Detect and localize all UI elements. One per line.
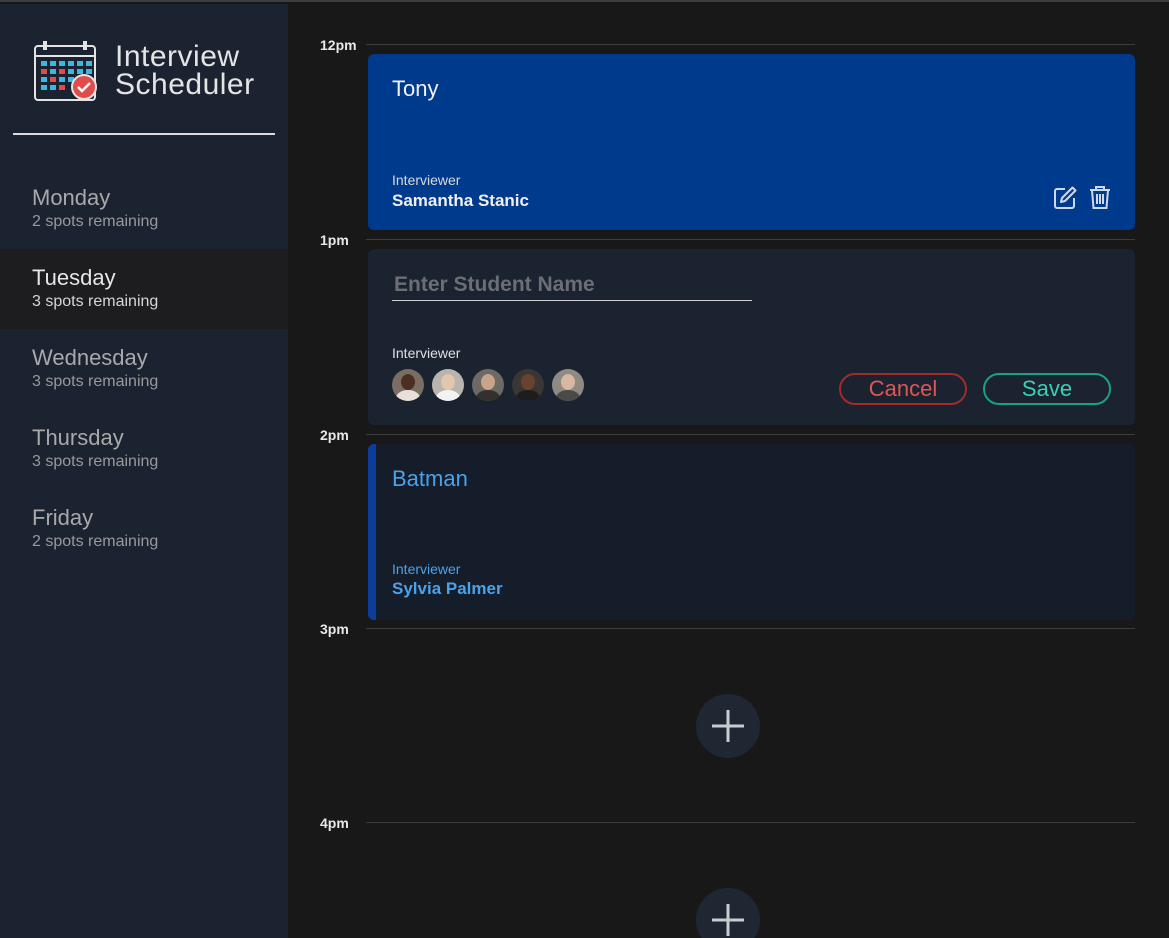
day-item-thursday[interactable]: Thursday 3 spots remaining (0, 409, 288, 489)
card-actions (1053, 184, 1113, 210)
day-spots: 2 spots remaining (32, 533, 159, 550)
interviewer-label: Interviewer (392, 172, 461, 188)
interviewer-label: Interviewer (392, 345, 461, 361)
slot-divider (366, 628, 1135, 629)
app-frame: Interview Scheduler Monday 2 spots remai… (0, 0, 1169, 938)
day-name: Friday (32, 505, 94, 530)
interviewer-name: Sylvia Palmer (392, 579, 503, 598)
slot-time: 12pm (320, 37, 357, 53)
day-item-friday[interactable]: Friday 2 spots remaining (0, 489, 288, 569)
add-appointment-button[interactable] (696, 694, 760, 758)
interviewer-avatar-3[interactable] (472, 369, 504, 401)
add-appointment-button[interactable] (696, 888, 760, 938)
appointment-form: Interviewer (368, 249, 1135, 425)
interviewer-avatar-5[interactable] (552, 369, 584, 401)
day-name: Thursday (32, 425, 124, 450)
interviewer-name: Samantha Stanic (392, 191, 529, 210)
add-icon (712, 904, 744, 936)
student-name: Tony (392, 76, 439, 101)
interviewer-avatar-2[interactable] (432, 369, 464, 401)
add-icon (712, 710, 744, 742)
slot-time: 2pm (320, 427, 349, 443)
student-name: Batman (392, 466, 468, 491)
slot-time: 1pm (320, 232, 349, 248)
day-item-monday[interactable]: Monday 2 spots remaining (0, 169, 288, 249)
day-spots: 3 spots remaining (32, 293, 159, 310)
sidebar: Interview Scheduler Monday 2 spots remai… (0, 4, 288, 938)
edit-icon[interactable] (1053, 184, 1079, 210)
interviewer-label: Interviewer (392, 561, 461, 577)
interviewer-list (392, 369, 584, 401)
student-name-input[interactable] (392, 269, 752, 301)
slot-divider (366, 434, 1135, 435)
day-item-tuesday[interactable]: Tuesday 3 spots remaining (0, 249, 288, 329)
slot-divider (366, 822, 1135, 823)
app-title-line1: Interview (115, 40, 240, 73)
day-name: Wednesday (32, 345, 148, 370)
day-spots: 3 spots remaining (32, 373, 159, 390)
appointment-card-highlighted[interactable]: Batman Interviewer Sylvia Palmer (368, 444, 1135, 620)
interviewer-avatar-4[interactable] (512, 369, 544, 401)
day-item-wednesday[interactable]: Wednesday 3 spots remaining (0, 329, 288, 409)
sidebar-divider (13, 133, 275, 135)
day-spots: 3 spots remaining (32, 453, 159, 470)
day-spots: 2 spots remaining (32, 213, 159, 230)
slot-divider (366, 239, 1135, 240)
slot-time: 4pm (320, 815, 349, 831)
slot-time: 3pm (320, 621, 349, 637)
calendar-check-icon (34, 41, 97, 101)
slot-divider (366, 44, 1135, 45)
brand: Interview Scheduler (33, 40, 255, 102)
app-title-line2: Scheduler (115, 68, 255, 101)
schedule: 12pm Tony Interviewer Samantha Stanic 1p… (288, 4, 1169, 938)
day-name: Tuesday (32, 265, 116, 290)
day-name: Monday (32, 185, 111, 210)
appointment-card: Tony Interviewer Samantha Stanic (368, 54, 1135, 230)
cancel-button[interactable]: Cancel (839, 373, 967, 405)
save-button[interactable]: Save (983, 373, 1111, 405)
interviewer-avatar-1[interactable] (392, 369, 424, 401)
app-title: Interview Scheduler (115, 40, 255, 101)
day-list: Monday 2 spots remaining Tuesday 3 spots… (0, 169, 288, 569)
trash-icon[interactable] (1087, 184, 1113, 210)
